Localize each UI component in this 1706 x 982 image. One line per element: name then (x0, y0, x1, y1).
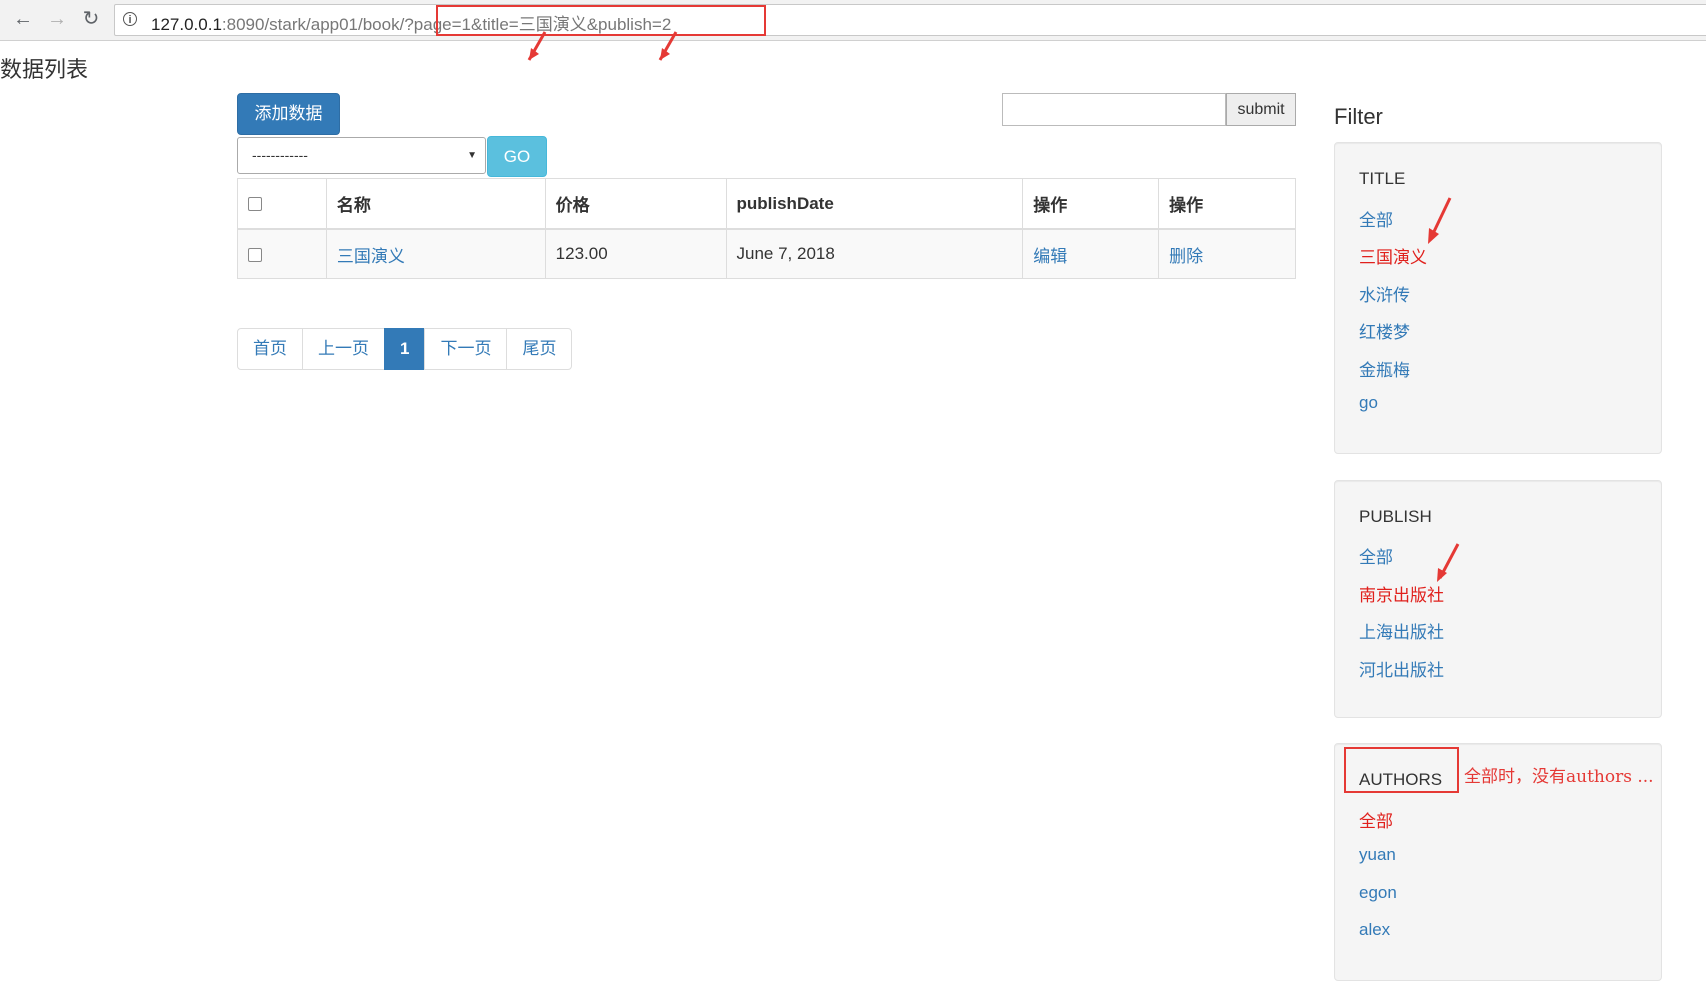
filter-option[interactable]: 全部 (1359, 543, 1393, 568)
url-path: :8090/stark/app01/book/ (221, 15, 405, 34)
first-page-link[interactable]: 首页 (237, 328, 303, 370)
column-header: 价格 (544, 178, 727, 230)
bulk-action-select-value: ------------ (252, 147, 308, 163)
row-select-cell (237, 228, 327, 279)
annotation-arrow-icon (1428, 197, 1452, 244)
pagination: 首页 上一页 1 下一页 尾页 (237, 328, 573, 370)
back-arrow-icon[interactable]: ← (10, 6, 36, 32)
select-all-header (237, 178, 327, 230)
column-header: 名称 (325, 178, 546, 230)
reload-icon[interactable]: ↻ (78, 6, 104, 32)
filter-option[interactable]: 河北出版社 (1359, 656, 1444, 681)
filter-option-active[interactable]: 三国演义 (1359, 243, 1427, 268)
annotation-arrow-icon (527, 31, 547, 61)
filter-panel-publish: PUBLISH 全部 南京出版社 上海出版社 河北出版社 (1334, 480, 1662, 718)
name-cell: 三国演义 (325, 228, 546, 279)
next-page-link[interactable]: 下一页 (424, 328, 508, 370)
filter-option[interactable]: 全部 (1359, 206, 1393, 231)
info-icon[interactable]: i (123, 12, 137, 26)
prev-page-link[interactable]: 上一页 (302, 328, 385, 370)
address-bar[interactable]: i 127.0.0.1:8090/stark/app01/book/?page=… (114, 4, 1706, 36)
data-table: 名称 价格 publishDate 操作 操作 三国演义 123.00 June… (237, 178, 1296, 279)
filter-option[interactable]: yuan (1359, 845, 1396, 865)
price-cell: 123.00 (544, 228, 727, 279)
current-page-link[interactable]: 1 (384, 328, 426, 370)
delete-link[interactable]: 删除 (1169, 247, 1203, 266)
date-cell: June 7, 2018 (725, 228, 1024, 279)
annotation-arrow-icon (1437, 543, 1460, 582)
filter-option-active[interactable]: 南京出版社 (1359, 581, 1444, 606)
filter-group-title: TITLE (1359, 169, 1406, 188)
filter-option[interactable]: 红楼梦 (1359, 318, 1410, 343)
add-data-button[interactable]: 添加数据 (237, 93, 340, 135)
url-host: 127.0.0.1 (151, 15, 222, 34)
select-all-checkbox[interactable] (248, 197, 262, 212)
edit-link[interactable]: 编辑 (1033, 247, 1067, 266)
url-query-highlight-box (436, 5, 766, 36)
select-caret-icon: ▼ (467, 150, 477, 161)
delete-cell: 删除 (1158, 228, 1296, 279)
page-title: 数据列表 (0, 57, 89, 82)
forward-arrow-icon[interactable]: → (44, 6, 70, 32)
table-row: 三国演义 123.00 June 7, 2018 编辑 删除 (237, 228, 1296, 279)
filter-option-active[interactable]: 全部 (1359, 807, 1393, 832)
bulk-action-select[interactable]: ------------ ▼ (237, 137, 486, 174)
filter-group-title: PUBLISH (1359, 507, 1432, 526)
search-submit-button[interactable]: submit (1226, 93, 1296, 126)
filter-option[interactable]: 上海出版社 (1359, 618, 1444, 643)
annotation-note: 全部时，没有authors ... (1464, 767, 1654, 787)
filter-panel-title: TITLE 全部 三国演义 水浒传 红楼梦 金瓶梅 go (1334, 142, 1662, 454)
filter-heading: Filter (1334, 104, 1383, 129)
filter-option[interactable]: go (1359, 393, 1378, 413)
column-header: publishDate (725, 178, 1024, 230)
filter-option[interactable]: 金瓶梅 (1359, 356, 1410, 381)
filter-option[interactable]: alex (1359, 920, 1390, 940)
row-checkbox[interactable] (248, 247, 262, 262)
column-header: 操作 (1158, 178, 1296, 230)
edit-cell: 编辑 (1022, 228, 1160, 279)
last-page-link[interactable]: 尾页 (506, 328, 573, 370)
browser-toolbar: ← → ↻ i 127.0.0.1:8090/stark/app01/book/… (0, 0, 1706, 41)
filter-option[interactable]: egon (1359, 883, 1397, 903)
column-header: 操作 (1022, 178, 1160, 230)
annotation-arrow-icon (658, 31, 678, 61)
search-input[interactable] (1002, 93, 1226, 126)
go-button[interactable]: GO (487, 136, 547, 177)
book-name-link[interactable]: 三国演义 (337, 247, 405, 266)
table-header-row: 名称 价格 publishDate 操作 操作 (237, 178, 1296, 230)
filter-option[interactable]: 水浒传 (1359, 281, 1410, 306)
authors-highlight-box (1344, 747, 1459, 793)
